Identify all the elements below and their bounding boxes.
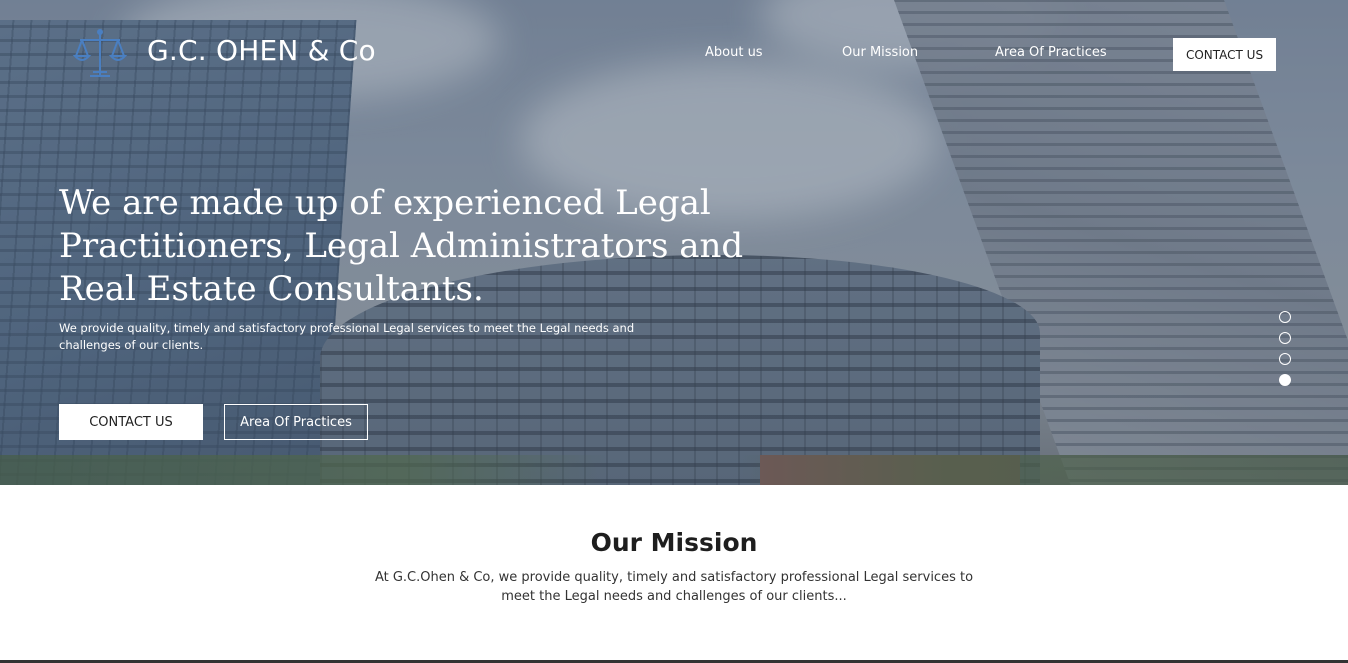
brand-name[interactable]: G.C. OHEN & Co <box>147 34 376 67</box>
hero-area-of-practices-button[interactable]: Area Of Practices <box>224 404 368 440</box>
mission-title: Our Mission <box>590 528 758 557</box>
slider-dot-3[interactable] <box>1279 353 1291 365</box>
hero-title: We are made up of experienced Legal Prac… <box>59 183 744 309</box>
hero-contact-us-button[interactable]: CONTACT US <box>59 404 203 440</box>
scales-of-justice-icon[interactable] <box>72 26 130 84</box>
nav-contact-us-button[interactable]: CONTACT US <box>1173 38 1276 71</box>
nav-about-us[interactable]: About us <box>705 45 763 60</box>
hero-subtitle: We provide quality, timely and satisfact… <box>59 321 635 352</box>
slider-dot-4-active[interactable] <box>1279 374 1291 386</box>
slider-dot-2[interactable] <box>1279 332 1291 344</box>
slider-dots <box>1279 311 1291 395</box>
nav-area-of-practices[interactable]: Area Of Practices <box>995 45 1107 60</box>
slider-dot-1[interactable] <box>1279 311 1291 323</box>
hero-banner: G.C. OHEN & Co About us Our Mission Area… <box>0 0 1348 485</box>
nav-our-mission[interactable]: Our Mission <box>842 45 918 60</box>
mission-text: At G.C.Ohen & Co, we provide quality, ti… <box>374 570 974 604</box>
